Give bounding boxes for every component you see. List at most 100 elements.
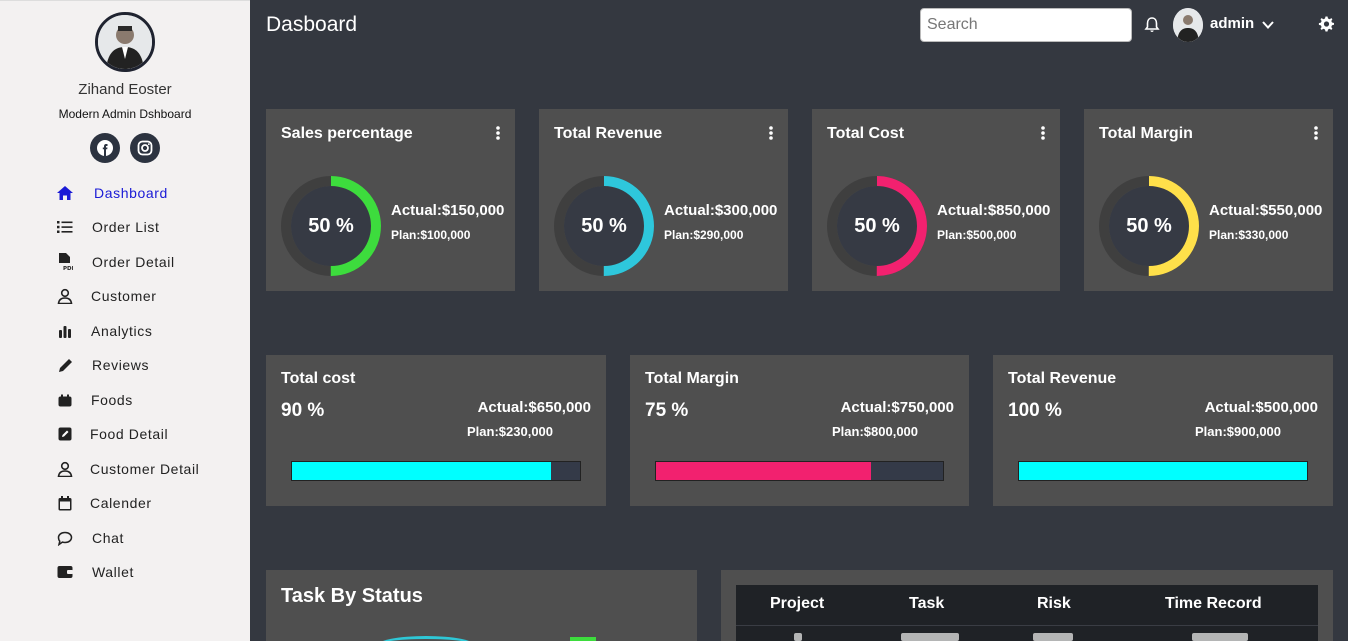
project-table: Project Task Risk Time Record <box>736 585 1318 641</box>
more-vertical-icon[interactable] <box>1313 125 1319 141</box>
kpi-card-total-cost: Total Cost 50 % Actual:$850,000 Plan:$50… <box>812 109 1060 291</box>
sidebar-item-analytics[interactable]: Analytics <box>0 317 250 345</box>
progress-card-percent: 100 % <box>1008 400 1062 421</box>
chevron-down-icon[interactable] <box>1261 18 1275 30</box>
kpi-title: Total Revenue <box>554 125 663 142</box>
table-row[interactable] <box>1192 633 1248 641</box>
kpi-actual: Actual:$550,000 <box>1209 202 1323 219</box>
progress-card-total-margin: Total Margin 75 % Actual:$750,000 Plan:$… <box>630 355 969 506</box>
table-row[interactable] <box>794 633 802 641</box>
progress-bar <box>1018 461 1308 481</box>
more-vertical-icon[interactable] <box>1040 125 1046 141</box>
kpi-percent: 50 % <box>854 214 900 237</box>
table-row[interactable] <box>901 633 959 641</box>
status-chart-arc <box>376 636 476 641</box>
sidebar-item-wallet[interactable]: Wallet <box>0 558 250 586</box>
sidebar-item-reviews[interactable]: Reviews <box>0 351 250 379</box>
sidebar-item-label: Customer Detail <box>90 461 200 477</box>
sidebar-item-label: Food Detail <box>90 426 169 442</box>
progress-card-total-revenue: Total Revenue 100 % Actual:$500,000 Plan… <box>993 355 1333 506</box>
home-icon <box>56 184 74 202</box>
sidebar-item-food-detail[interactable]: Food Detail <box>0 420 250 448</box>
bell-icon[interactable] <box>1144 16 1160 34</box>
kpi-title: Total Margin <box>1099 125 1193 142</box>
box-icon <box>56 391 74 409</box>
gear-icon[interactable] <box>1318 16 1334 32</box>
search-input[interactable] <box>920 8 1132 42</box>
progress-card-title: Total Revenue <box>1008 370 1117 387</box>
kpi-title: Total Cost <box>827 125 905 142</box>
progress-card-plan: Plan:$230,000 <box>467 424 554 439</box>
table-header-time-record[interactable]: Time Record <box>1165 595 1262 613</box>
user-name: Zihand Eoster <box>78 81 172 98</box>
kpi-actual: Actual:$850,000 <box>937 202 1051 219</box>
progress-bar-fill <box>1019 462 1307 480</box>
sidebar-item-customer[interactable]: Customer <box>0 282 250 310</box>
kpi-actual: Actual:$150,000 <box>391 202 505 219</box>
table-header-task[interactable]: Task <box>909 595 944 613</box>
user-subtitle: Modern Admin Dshboard <box>58 107 192 121</box>
sidebar-item-label: Order Detail <box>92 254 175 270</box>
table-divider <box>736 625 1318 626</box>
sidebar-item-dashboard[interactable]: Dashboard <box>0 179 250 207</box>
progress-card-title: Total Margin <box>645 370 739 387</box>
bar-chart-icon <box>56 322 74 340</box>
sidebar-item-customer-detail[interactable]: Customer Detail <box>0 455 250 483</box>
progress-card-title: Total cost <box>281 370 356 387</box>
kpi-percent: 50 % <box>581 214 627 237</box>
progress-bar <box>291 461 581 481</box>
svg-text:PDF: PDF <box>63 266 73 271</box>
kpi-plan: Plan:$290,000 <box>664 228 744 242</box>
calendar-icon <box>56 494 74 512</box>
more-vertical-icon[interactable] <box>495 125 501 141</box>
facebook-icon[interactable] <box>90 133 120 163</box>
task-panel-title: Task By Status <box>281 585 423 607</box>
progress-card-percent: 75 % <box>645 400 689 421</box>
sidebar-item-foods[interactable]: Foods <box>0 386 250 414</box>
table-header-risk[interactable]: Risk <box>1037 595 1071 613</box>
kpi-plan: Plan:$100,000 <box>391 228 471 242</box>
progress-card-total-cost: Total cost 90 % Actual:$650,000 Plan:$23… <box>266 355 606 506</box>
instagram-icon[interactable] <box>130 133 160 163</box>
sidebar-item-label: Analytics <box>91 323 153 339</box>
kpi-card-total-revenue: Total Revenue 50 % Actual:$300,000 Plan:… <box>539 109 788 291</box>
sidebar-item-label: Foods <box>91 392 133 408</box>
admin-avatar[interactable] <box>1173 8 1203 42</box>
sidebar-item-label: Reviews <box>92 357 150 373</box>
project-table-panel: Project Task Risk Time Record <box>721 570 1333 641</box>
sidebar-item-order-list[interactable]: Order List <box>0 213 250 241</box>
kpi-title: Sales percentage <box>281 125 413 142</box>
kpi-card-sales-percentage: Sales percentage 50 % Actual:$150,000 Pl… <box>266 109 515 291</box>
kpi-card-total-margin: Total Margin 50 % Actual:$550,000 Plan:$… <box>1084 109 1333 291</box>
sidebar-item-calender[interactable]: Calender <box>0 489 250 517</box>
progress-bar-fill <box>656 462 872 480</box>
sidebar-item-label: Calender <box>90 495 152 511</box>
pdf-file-icon: PDF <box>56 253 74 271</box>
sidebar-item-chat[interactable]: Chat <box>0 524 250 552</box>
table-row[interactable] <box>1033 633 1073 641</box>
more-vertical-icon[interactable] <box>768 125 774 141</box>
kpi-plan: Plan:$330,000 <box>1209 228 1289 242</box>
edit-square-icon <box>56 425 74 443</box>
sidebar-item-label: Dashboard <box>94 185 168 201</box>
table-header-project[interactable]: Project <box>770 595 824 613</box>
kpi-percent: 50 % <box>1126 214 1172 237</box>
sidebar-item-label: Customer <box>91 288 157 304</box>
progress-card-actual: Actual:$750,000 <box>840 399 954 416</box>
user-icon <box>56 287 74 305</box>
task-by-status-panel: Task By Status <box>266 570 697 641</box>
kpi-percent: 50 % <box>308 214 354 237</box>
chat-bubble-icon <box>56 529 74 547</box>
sidebar-item-order-detail[interactable]: PDF Order Detail <box>0 248 250 276</box>
user-icon <box>56 460 74 478</box>
progress-bar <box>655 461 944 481</box>
sidebar: Zihand Eoster Modern Admin Dshboard Dash… <box>0 0 250 641</box>
progress-bar-fill <box>292 462 552 480</box>
progress-card-plan: Plan:$800,000 <box>832 424 919 439</box>
profile-avatar[interactable] <box>95 12 155 72</box>
kpi-actual: Actual:$300,000 <box>664 202 778 219</box>
list-icon <box>56 218 74 236</box>
sidebar-item-label: Chat <box>92 530 124 546</box>
progress-card-percent: 90 % <box>281 400 325 421</box>
admin-label[interactable]: admin <box>1210 15 1254 32</box>
